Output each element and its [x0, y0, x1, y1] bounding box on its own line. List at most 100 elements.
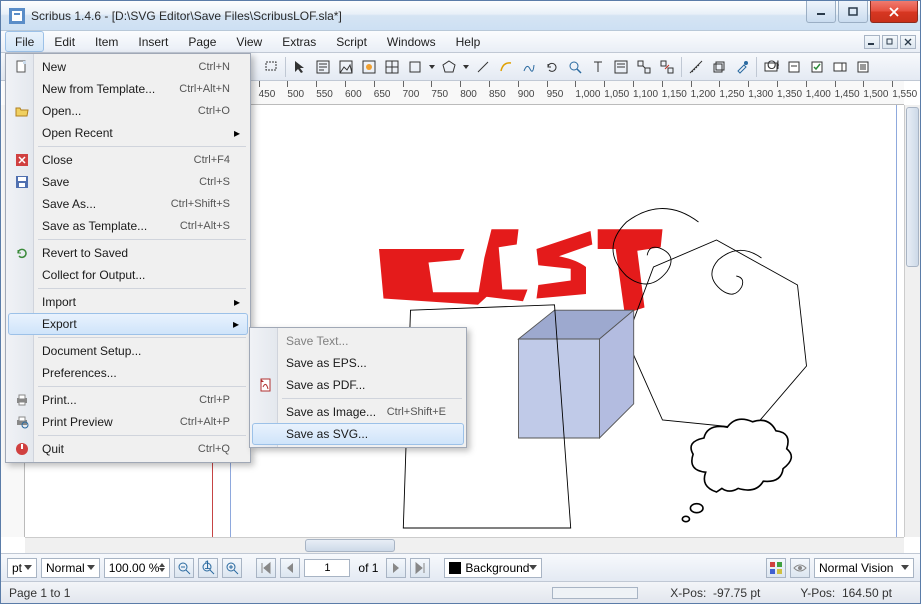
- toolbar-button[interactable]: [541, 56, 563, 78]
- export-menu-item[interactable]: Save Text...: [252, 330, 464, 352]
- mdi-restore-button[interactable]: [882, 35, 898, 49]
- zoom-100-button[interactable]: 1: [198, 558, 218, 578]
- menu-help[interactable]: Help: [446, 31, 491, 52]
- export-menu-item[interactable]: Save as Image...Ctrl+Shift+E: [252, 401, 464, 423]
- last-page-button[interactable]: [410, 558, 430, 578]
- toolbar-button[interactable]: [806, 56, 828, 78]
- export-menu-item[interactable]: Save as SVG...: [252, 423, 464, 445]
- text-frame-icon: [315, 59, 331, 75]
- toolbar-button[interactable]: [358, 56, 380, 78]
- file-menu-item[interactable]: Print PreviewCtrl+Alt+P: [8, 411, 248, 433]
- mdi-minimize-button[interactable]: [864, 35, 880, 49]
- toolbar-button[interactable]: [564, 56, 586, 78]
- revert-icon: [14, 245, 30, 261]
- vision-select[interactable]: Normal Vision: [814, 558, 914, 578]
- file-menu-item[interactable]: Document Setup...: [8, 340, 248, 362]
- file-menu-item[interactable]: Save As...Ctrl+Shift+S: [8, 193, 248, 215]
- menu-view[interactable]: View: [226, 31, 272, 52]
- file-menu-item[interactable]: Revert to Saved: [8, 242, 248, 264]
- menu-file[interactable]: File: [5, 31, 44, 52]
- zoom-in-button[interactable]: [222, 558, 242, 578]
- toolbar-button[interactable]: [829, 56, 851, 78]
- toolbar-button[interactable]: [381, 56, 403, 78]
- toolbar-button[interactable]: [685, 56, 707, 78]
- first-page-icon: [258, 560, 274, 576]
- file-menu-item[interactable]: QuitCtrl+Q: [8, 438, 248, 460]
- file-menu-item[interactable]: Import▸: [8, 291, 248, 313]
- toolbar-button[interactable]: [312, 56, 334, 78]
- vertical-scrollbar[interactable]: [904, 105, 920, 537]
- toolbar-button[interactable]: [656, 56, 678, 78]
- toolbar-button[interactable]: [633, 56, 655, 78]
- file-menu-item[interactable]: Export▸: [8, 313, 248, 335]
- toolbar-button[interactable]: [708, 56, 730, 78]
- shape-icon: [407, 59, 423, 75]
- layer-select[interactable]: Background: [444, 558, 542, 578]
- ypos-label: Y-Pos: 164.50 pt: [800, 586, 892, 600]
- view-mode-select[interactable]: Normal: [41, 558, 100, 578]
- toolbar-button[interactable]: [518, 56, 540, 78]
- file-menu-item[interactable]: NewCtrl+N: [8, 56, 248, 78]
- toolbar-button[interactable]: [335, 56, 357, 78]
- pdf-icon: [258, 377, 274, 393]
- toolbar-button[interactable]: [783, 56, 805, 78]
- menu-script[interactable]: Script: [326, 31, 377, 52]
- color-manage-button[interactable]: [766, 558, 786, 578]
- file-menu-item[interactable]: Open...Ctrl+O: [8, 100, 248, 122]
- toolbar-button[interactable]: [731, 56, 753, 78]
- file-menu-item[interactable]: SaveCtrl+S: [8, 171, 248, 193]
- menu-page[interactable]: Page: [178, 31, 226, 52]
- menu-extras[interactable]: Extras: [272, 31, 326, 52]
- pdf-text-icon: [786, 59, 802, 75]
- zoom-100-icon: 1: [200, 560, 216, 576]
- toolbar-button[interactable]: [587, 56, 609, 78]
- menu-insert[interactable]: Insert: [128, 31, 178, 52]
- export-menu-item[interactable]: Save as EPS...: [252, 352, 464, 374]
- toolbar-button[interactable]: [438, 56, 460, 78]
- toolbar-button[interactable]: [495, 56, 517, 78]
- toolbar-button[interactable]: [610, 56, 632, 78]
- freehand-icon: [521, 59, 537, 75]
- toolbar-button[interactable]: [260, 56, 282, 78]
- zoom-out-button[interactable]: [174, 558, 194, 578]
- image-frame-icon: [338, 59, 354, 75]
- dropdown-arrow[interactable]: [427, 56, 437, 78]
- file-menu-item[interactable]: New from Template...Ctrl+Alt+N: [8, 78, 248, 100]
- file-menu-item[interactable]: CloseCtrl+F4: [8, 149, 248, 171]
- export-menu-item[interactable]: Save as PDF...: [252, 374, 464, 396]
- story-editor-icon: [613, 59, 629, 75]
- toolbar-button[interactable]: [289, 56, 311, 78]
- minimize-button[interactable]: [806, 1, 836, 23]
- link-icon: [636, 59, 652, 75]
- file-menu-item[interactable]: Save as Template...Ctrl+Alt+S: [8, 215, 248, 237]
- close-button[interactable]: [870, 1, 918, 23]
- titlebar: Scribus 1.4.6 - [D:\SVG Editor\Save File…: [1, 1, 920, 31]
- page-number-input[interactable]: [304, 559, 350, 577]
- zoom-select[interactable]: 100.00 %: [104, 558, 171, 578]
- prev-page-button[interactable]: [280, 558, 300, 578]
- next-page-button[interactable]: [386, 558, 406, 578]
- toolbar-button[interactable]: OK: [760, 56, 782, 78]
- copy-props-icon: [711, 59, 727, 75]
- maximize-button[interactable]: [838, 1, 868, 23]
- export-submenu: Save Text...Save as EPS...Save as PDF...…: [249, 327, 467, 448]
- menubar: File Edit Item Insert Page View Extras S…: [1, 31, 920, 53]
- menu-windows[interactable]: Windows: [377, 31, 446, 52]
- toolbar-button[interactable]: [852, 56, 874, 78]
- file-menu-item[interactable]: Collect for Output...: [8, 264, 248, 286]
- menu-item[interactable]: Item: [85, 31, 128, 52]
- eye-icon: [792, 560, 808, 576]
- zoom-icon: [567, 59, 583, 75]
- file-menu-item[interactable]: Preferences...: [8, 362, 248, 384]
- toolbar-button[interactable]: [472, 56, 494, 78]
- toolbar-button[interactable]: [404, 56, 426, 78]
- dropdown-arrow[interactable]: [461, 56, 471, 78]
- horizontal-scrollbar[interactable]: [25, 537, 904, 553]
- unit-select[interactable]: pt: [7, 558, 37, 578]
- file-menu-item[interactable]: Print...Ctrl+P: [8, 389, 248, 411]
- menu-edit[interactable]: Edit: [44, 31, 85, 52]
- file-menu-item[interactable]: Open Recent▸: [8, 122, 248, 144]
- preview-mode-button[interactable]: [790, 558, 810, 578]
- mdi-close-button[interactable]: [900, 35, 916, 49]
- first-page-button[interactable]: [256, 558, 276, 578]
